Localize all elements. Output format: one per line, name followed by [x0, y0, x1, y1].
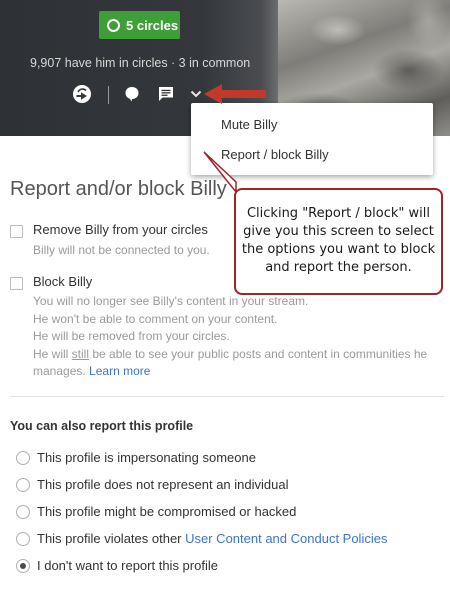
- message-icon[interactable]: [154, 82, 178, 106]
- block-desc-line: He will be removed from your circles.: [33, 329, 230, 343]
- radio-label: This profile might be compromised or hac…: [37, 504, 297, 519]
- radio-button[interactable]: [16, 451, 30, 465]
- circles-stats: 9,907 have him in circles · 3 in common: [30, 56, 251, 70]
- block-description: You will no longer see Billy's content i…: [33, 293, 433, 381]
- profile-actions-menu: Mute Billy Report / block Billy: [191, 103, 433, 175]
- profile-toolbar: [70, 82, 210, 108]
- block-checkbox[interactable]: [10, 277, 23, 290]
- circles-add-icon[interactable]: [70, 82, 94, 106]
- block-desc-pre: He will: [33, 346, 72, 361]
- circle-icon: [107, 18, 120, 32]
- remove-label: Remove Billy from your circles: [33, 222, 208, 237]
- learn-more-link[interactable]: Learn more: [89, 364, 150, 378]
- radio-label: This profile is impersonating someone: [37, 450, 256, 465]
- policies-link[interactable]: User Content and Conduct Policies: [185, 531, 387, 546]
- dialog-title: Report and/or block Billy: [10, 178, 227, 200]
- menu-item-report-block[interactable]: Report / block Billy: [191, 141, 433, 169]
- radio-label: I don't want to report this profile: [37, 558, 218, 573]
- block-desc-still: still: [71, 346, 90, 361]
- radio-label-text: This profile violates other: [37, 531, 186, 546]
- radio-button[interactable]: [16, 478, 30, 492]
- remove-checkbox[interactable]: [10, 225, 23, 238]
- toolbar-separator: [108, 86, 109, 104]
- block-label: Block Billy: [33, 274, 93, 289]
- circles-button-label: 5 circles: [126, 17, 179, 33]
- report-section-title: You can also report this profile: [10, 419, 194, 433]
- comment-bubble-icon[interactable]: [120, 82, 144, 106]
- block-desc-last: He will still be able to see your public…: [33, 346, 433, 381]
- menu-item-mute[interactable]: Mute Billy: [191, 111, 433, 139]
- radio-button-selected[interactable]: [16, 559, 30, 573]
- radio-label: This profile does not represent an indiv…: [37, 477, 289, 492]
- circles-button[interactable]: 5 circles: [99, 11, 180, 39]
- annotation-callout: Clicking "Report / block" will give you …: [234, 188, 443, 295]
- radio-button[interactable]: [16, 532, 30, 546]
- radio-label: This profile violates other User Content…: [37, 531, 387, 546]
- section-divider: [10, 396, 444, 397]
- radio-button[interactable]: [16, 505, 30, 519]
- block-desc-line: He won't be able to comment on your cont…: [33, 311, 278, 326]
- block-desc-line: You will no longer see Billy's content i…: [33, 294, 309, 308]
